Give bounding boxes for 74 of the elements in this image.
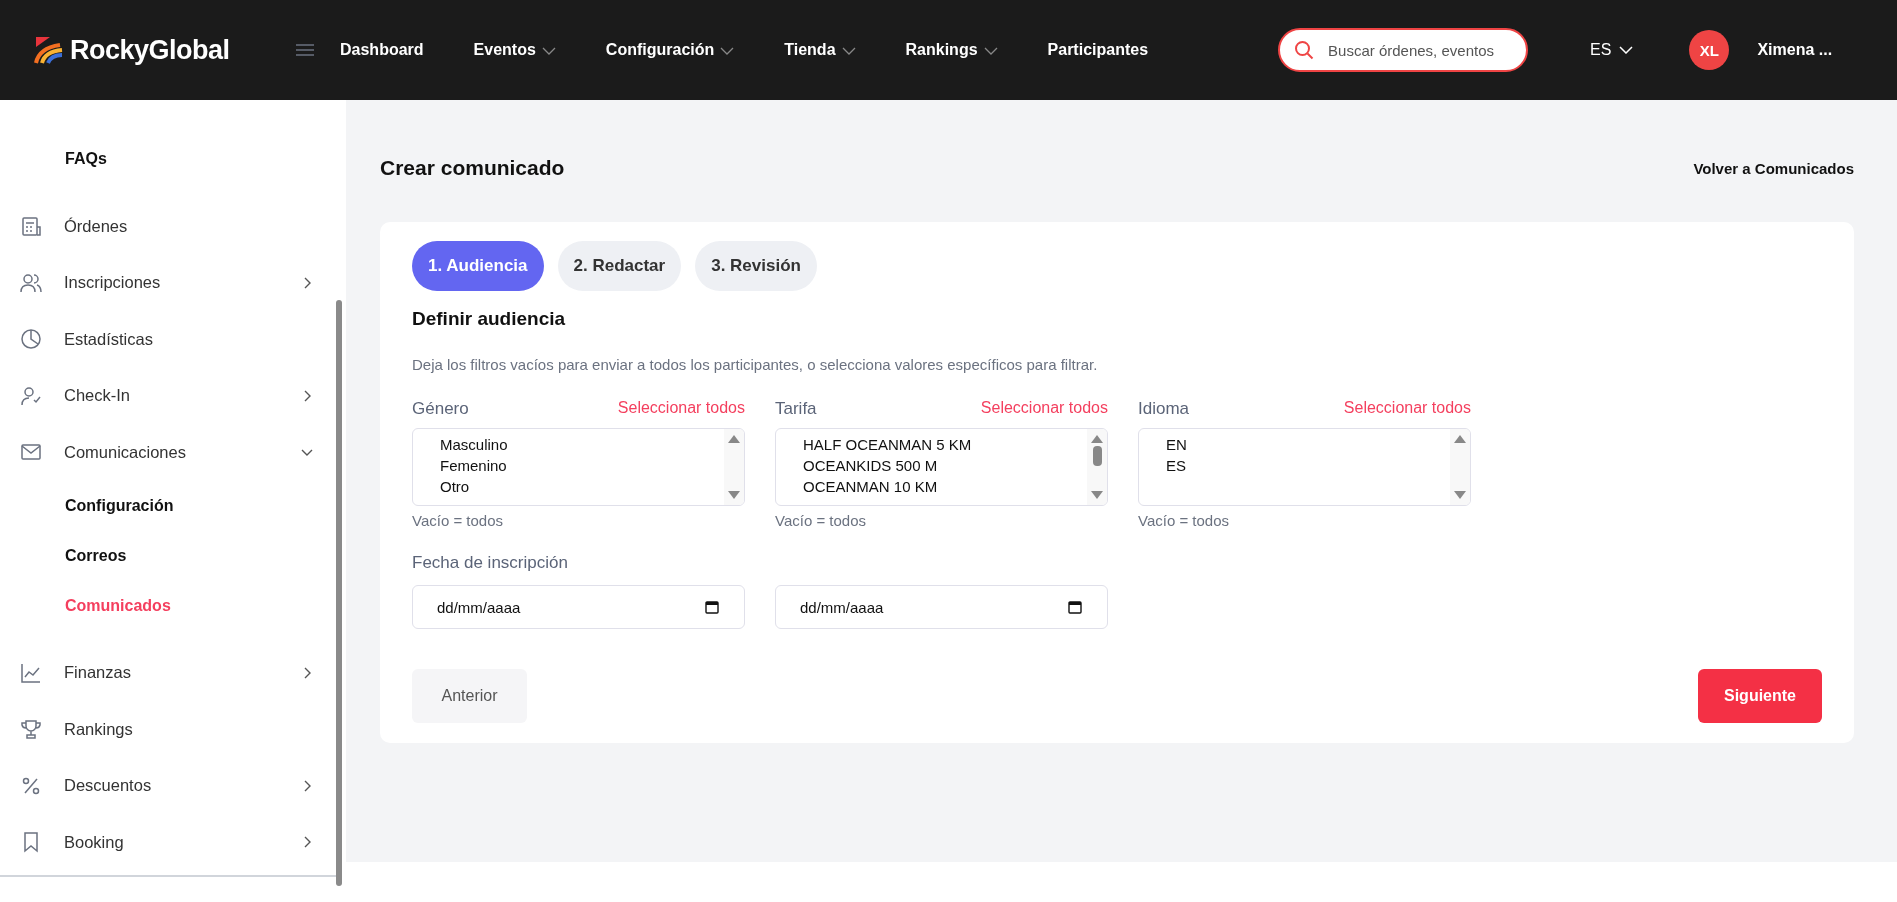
search-field[interactable]: Buscar órdenes, eventos [1278,28,1529,72]
list-option[interactable]: ES [1166,455,1450,476]
sidebar-item[interactable]: Booking [0,814,336,871]
logo-text: RockyGlobal [70,34,230,66]
scroll-down-icon[interactable] [1091,491,1103,499]
list-option[interactable]: Otro [440,476,724,497]
language-selector[interactable]: ES [1590,41,1612,59]
calendar-icon[interactable] [705,600,719,614]
trophy-icon [20,718,42,741]
scrollbar-thumb[interactable] [336,300,342,886]
nav-link[interactable]: Eventos [473,41,536,59]
scrollbar-thumb[interactable] [1092,446,1102,466]
select-all-link[interactable]: Seleccionar todos [617,399,745,419]
field-hint: Vacío = todos [412,512,505,529]
sidebar-subitem[interactable]: Configuración [0,480,336,531]
scroll-up-icon[interactable] [728,435,740,443]
nav-link[interactable]: Participantes [1047,41,1149,59]
step-tab[interactable]: 3. Revisión [695,241,817,291]
nav-link[interactable]: Configuración [605,41,715,59]
field-hint: Vacío = todos [775,512,868,529]
select-all-link[interactable]: Seleccionar todos [980,399,1108,419]
user-name[interactable]: Ximena ... [1757,41,1833,59]
list-option[interactable]: HALF OCEANMAN 5 KM [803,434,1087,455]
nav-link[interactable]: Dashboard [340,41,424,59]
sidebar-item[interactable]: Rankings [0,701,336,758]
sidebar-item[interactable]: Descuentos [0,757,336,814]
select-all-link[interactable]: Seleccionar todos [1343,399,1471,419]
sidebar-subitem[interactable]: Comunicados [0,580,336,631]
pie-chart-icon [20,328,42,351]
multi-select-list[interactable]: EN ES [1138,428,1471,506]
date-field[interactable]: dd/mm/aaaa [775,585,1108,629]
search-icon [1294,40,1315,60]
list-option[interactable]: OCEANKIDS 500 M [803,455,1087,476]
line-chart-icon [20,661,42,684]
scroll-up-icon[interactable] [1454,435,1466,443]
field-label: Idioma [1138,399,1190,419]
previous-button[interactable]: Anterior [412,669,527,723]
multi-select-list[interactable]: Masculino Femenino Otro [412,428,745,506]
sidebar-item[interactable]: Finanzas [0,644,336,701]
menu-icon[interactable] [296,44,314,56]
scroll-down-icon[interactable] [1454,491,1466,499]
calendar-icon[interactable] [1068,600,1082,614]
field-label: Tarifa [775,399,817,419]
nav-link[interactable]: Tienda [784,41,836,59]
sidebar-subitem[interactable]: Correos [0,530,336,581]
page-title: Crear comunicado [380,156,565,180]
user-check-icon [20,384,42,407]
back-link[interactable]: Volver a Comunicados [1693,159,1854,177]
section-title: Definir audiencia [412,308,567,330]
scroll-up-icon[interactable] [1091,435,1103,443]
nav-link[interactable]: Rankings [905,41,978,59]
step-tab[interactable]: 1. Audiencia [412,241,544,291]
sidebar-item[interactable]: Inscripciones [0,254,336,311]
field-label: Género [412,399,469,419]
sidebar-subitem[interactable]: FAQs [0,134,336,184]
users-icon [20,271,42,294]
field-hint: Vacío = todos [1138,512,1231,529]
list-option[interactable]: OCEANMAN 10 KM [803,476,1087,497]
list-option[interactable]: Masculino [440,434,724,455]
description-text: Deja los filtros vacíos para enviar a todos los participantes, o selecciona valores específicos para filtrar. [412,356,1099,373]
sidebar-item[interactable]: Órdenes [0,198,336,255]
scroll-down-icon[interactable] [728,491,740,499]
clipboard-icon [20,215,42,238]
user-avatar[interactable]: XL [1689,30,1730,70]
sidebar-item[interactable]: Estadísticas [0,311,336,368]
sidebar-item[interactable]: Check-In [0,367,336,424]
field-label: Fecha de inscripción [412,553,569,573]
multi-select-list[interactable]: HALF OCEANMAN 5 KM OCEANKIDS 500 M OCEANMAN 10 KM [775,428,1108,506]
date-field[interactable]: dd/mm/aaaa [412,585,745,629]
next-button[interactable]: Siguiente [1698,669,1822,723]
sidebar-item[interactable]: Comunicaciones [0,424,336,481]
list-option[interactable]: EN [1166,434,1450,455]
step-tab[interactable]: 2. Redactar [557,241,682,291]
list-option[interactable]: Femenino [440,455,724,476]
